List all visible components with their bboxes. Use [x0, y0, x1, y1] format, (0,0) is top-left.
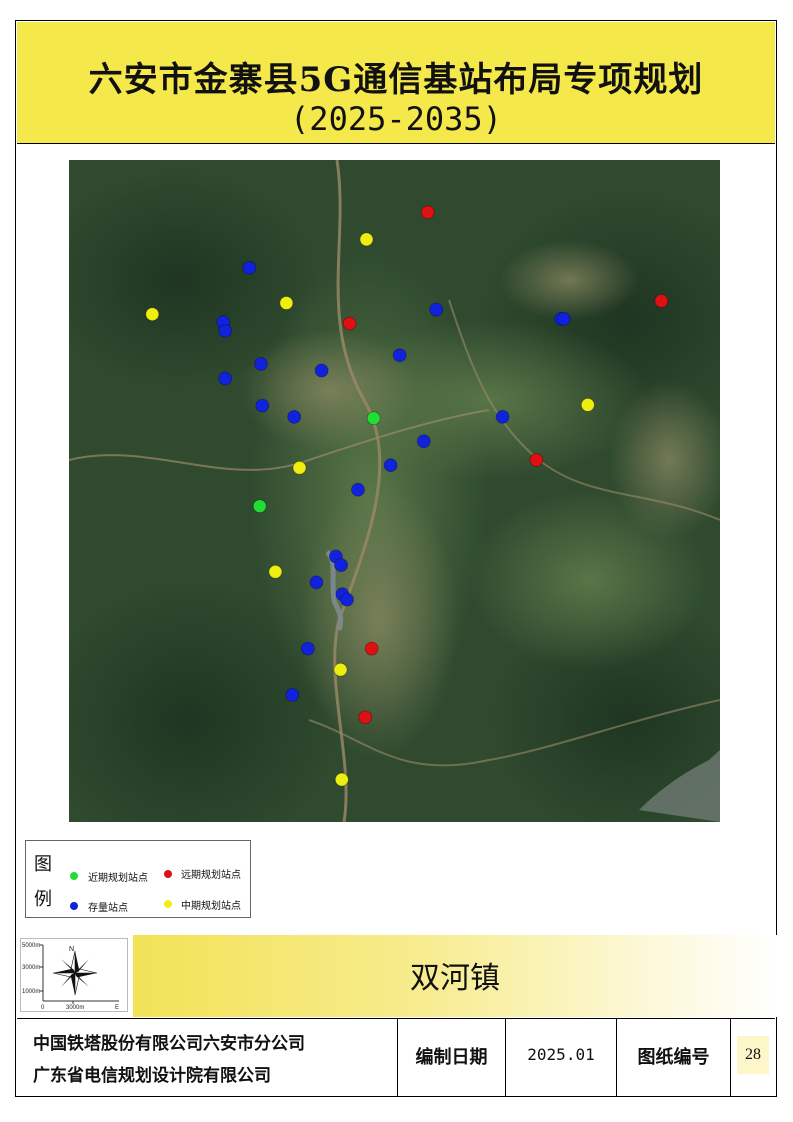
mid-term-station-marker[interactable] [580, 397, 595, 412]
scale-origin: 0 [41, 1005, 45, 1011]
near-term-station-marker[interactable] [252, 499, 267, 514]
org-line-1: 中国铁塔股份有限公司六安市分公司 [33, 1034, 305, 1054]
existing-station-marker[interactable] [218, 323, 233, 338]
title-banner: 六安市金寨县5G通信基站布局专项规划 (2025-2035) [17, 22, 775, 144]
date-label-cell: 编制日期 [398, 1019, 506, 1096]
legend-title-1: 图 [34, 854, 52, 874]
legend: 图 例 近期规划站点 远期规划站点 存量站点 中期规划站点 [25, 840, 251, 918]
mid-term-station-marker[interactable] [145, 307, 160, 322]
mid-term-station-marker[interactable] [359, 232, 374, 247]
existing-station-marker[interactable] [285, 688, 300, 702]
sheet-label: 图纸编号 [637, 1047, 710, 1068]
existing-station-marker[interactable] [556, 311, 571, 326]
mid-term-station-marker[interactable] [279, 296, 294, 310]
existing-station-marker[interactable] [287, 409, 302, 424]
long-term-station-marker[interactable] [364, 641, 379, 656]
compass-icon: 5000m 3000m 1000m 0 3000m E N [22, 943, 119, 1011]
long-term-station-marker[interactable] [654, 294, 669, 308]
long-term-station-marker[interactable] [529, 452, 544, 467]
map-title: 六安市金寨县5G通信基站布局专项规划 [88, 60, 704, 100]
legend-label-long: 远期规划站点 [181, 870, 241, 881]
long-term-station-marker[interactable] [358, 710, 373, 725]
mid-term-station-marker[interactable] [333, 662, 348, 677]
legend-label-mid: 中期规划站点 [181, 901, 241, 912]
satellite-map[interactable] [69, 160, 720, 822]
long-term-station-marker[interactable] [420, 205, 435, 220]
east-label: E [115, 1005, 119, 1011]
legend-label-existing: 存量站点 [88, 903, 128, 914]
map-canvas[interactable] [69, 160, 720, 822]
scale-label-2: 3000m [22, 965, 40, 971]
existing-station-marker[interactable] [416, 434, 431, 449]
date-value: 2025.01 [527, 1045, 595, 1064]
existing-station-marker[interactable] [340, 592, 354, 607]
legend-label-near: 近期规划站点 [88, 873, 148, 884]
sheet-label-cell: 图纸编号 [617, 1019, 731, 1096]
existing-station-marker[interactable] [334, 558, 349, 573]
existing-station-marker[interactable] [309, 575, 324, 590]
existing-station-marker[interactable] [383, 458, 398, 473]
town-name: 双河镇 [410, 961, 500, 996]
near-term-station-marker[interactable] [366, 411, 381, 426]
scale-label-3: 1000m [22, 989, 40, 995]
compass-scale: 5000m 3000m 1000m 0 3000m E N [20, 938, 128, 1012]
town-banner: 双河镇 [133, 935, 777, 1017]
mid-term-station-marker[interactable] [334, 772, 349, 787]
existing-station-marker[interactable] [351, 482, 365, 497]
existing-station-marker[interactable] [314, 363, 329, 378]
north-label: N [69, 946, 74, 953]
date-label: 编制日期 [415, 1047, 488, 1068]
existing-station-marker[interactable] [392, 348, 407, 363]
long-term-station-marker[interactable] [342, 316, 357, 331]
map-period: (2025-2035) [290, 100, 502, 138]
red-dot-icon [164, 870, 172, 878]
existing-station-marker[interactable] [495, 409, 510, 424]
mid-term-station-marker[interactable] [292, 460, 307, 475]
blue-dot-icon [70, 902, 78, 910]
legend-title-2: 例 [34, 889, 52, 909]
existing-station-marker[interactable] [300, 641, 315, 656]
sheet-number: 28 [737, 1036, 769, 1074]
green-dot-icon [70, 872, 78, 880]
yellow-dot-icon [164, 900, 172, 908]
existing-station-marker[interactable] [242, 261, 257, 275]
existing-station-marker[interactable] [218, 371, 233, 386]
scale-label-h: 3000m [66, 1005, 84, 1011]
existing-station-marker[interactable] [254, 356, 268, 371]
org-line-2: 广东省电信规划设计院有限公司 [33, 1066, 271, 1086]
scale-label-1: 5000m [22, 943, 40, 949]
existing-station-marker[interactable] [429, 302, 444, 317]
org-cell: 中国铁塔股份有限公司六安市分公司 广东省电信规划设计院有限公司 [17, 1019, 398, 1096]
existing-station-marker[interactable] [255, 398, 270, 413]
date-value-cell: 2025.01 [506, 1019, 617, 1096]
title-block: 中国铁塔股份有限公司六安市分公司 广东省电信规划设计院有限公司 编制日期 202… [17, 1018, 775, 1096]
mid-term-station-marker[interactable] [268, 564, 283, 579]
